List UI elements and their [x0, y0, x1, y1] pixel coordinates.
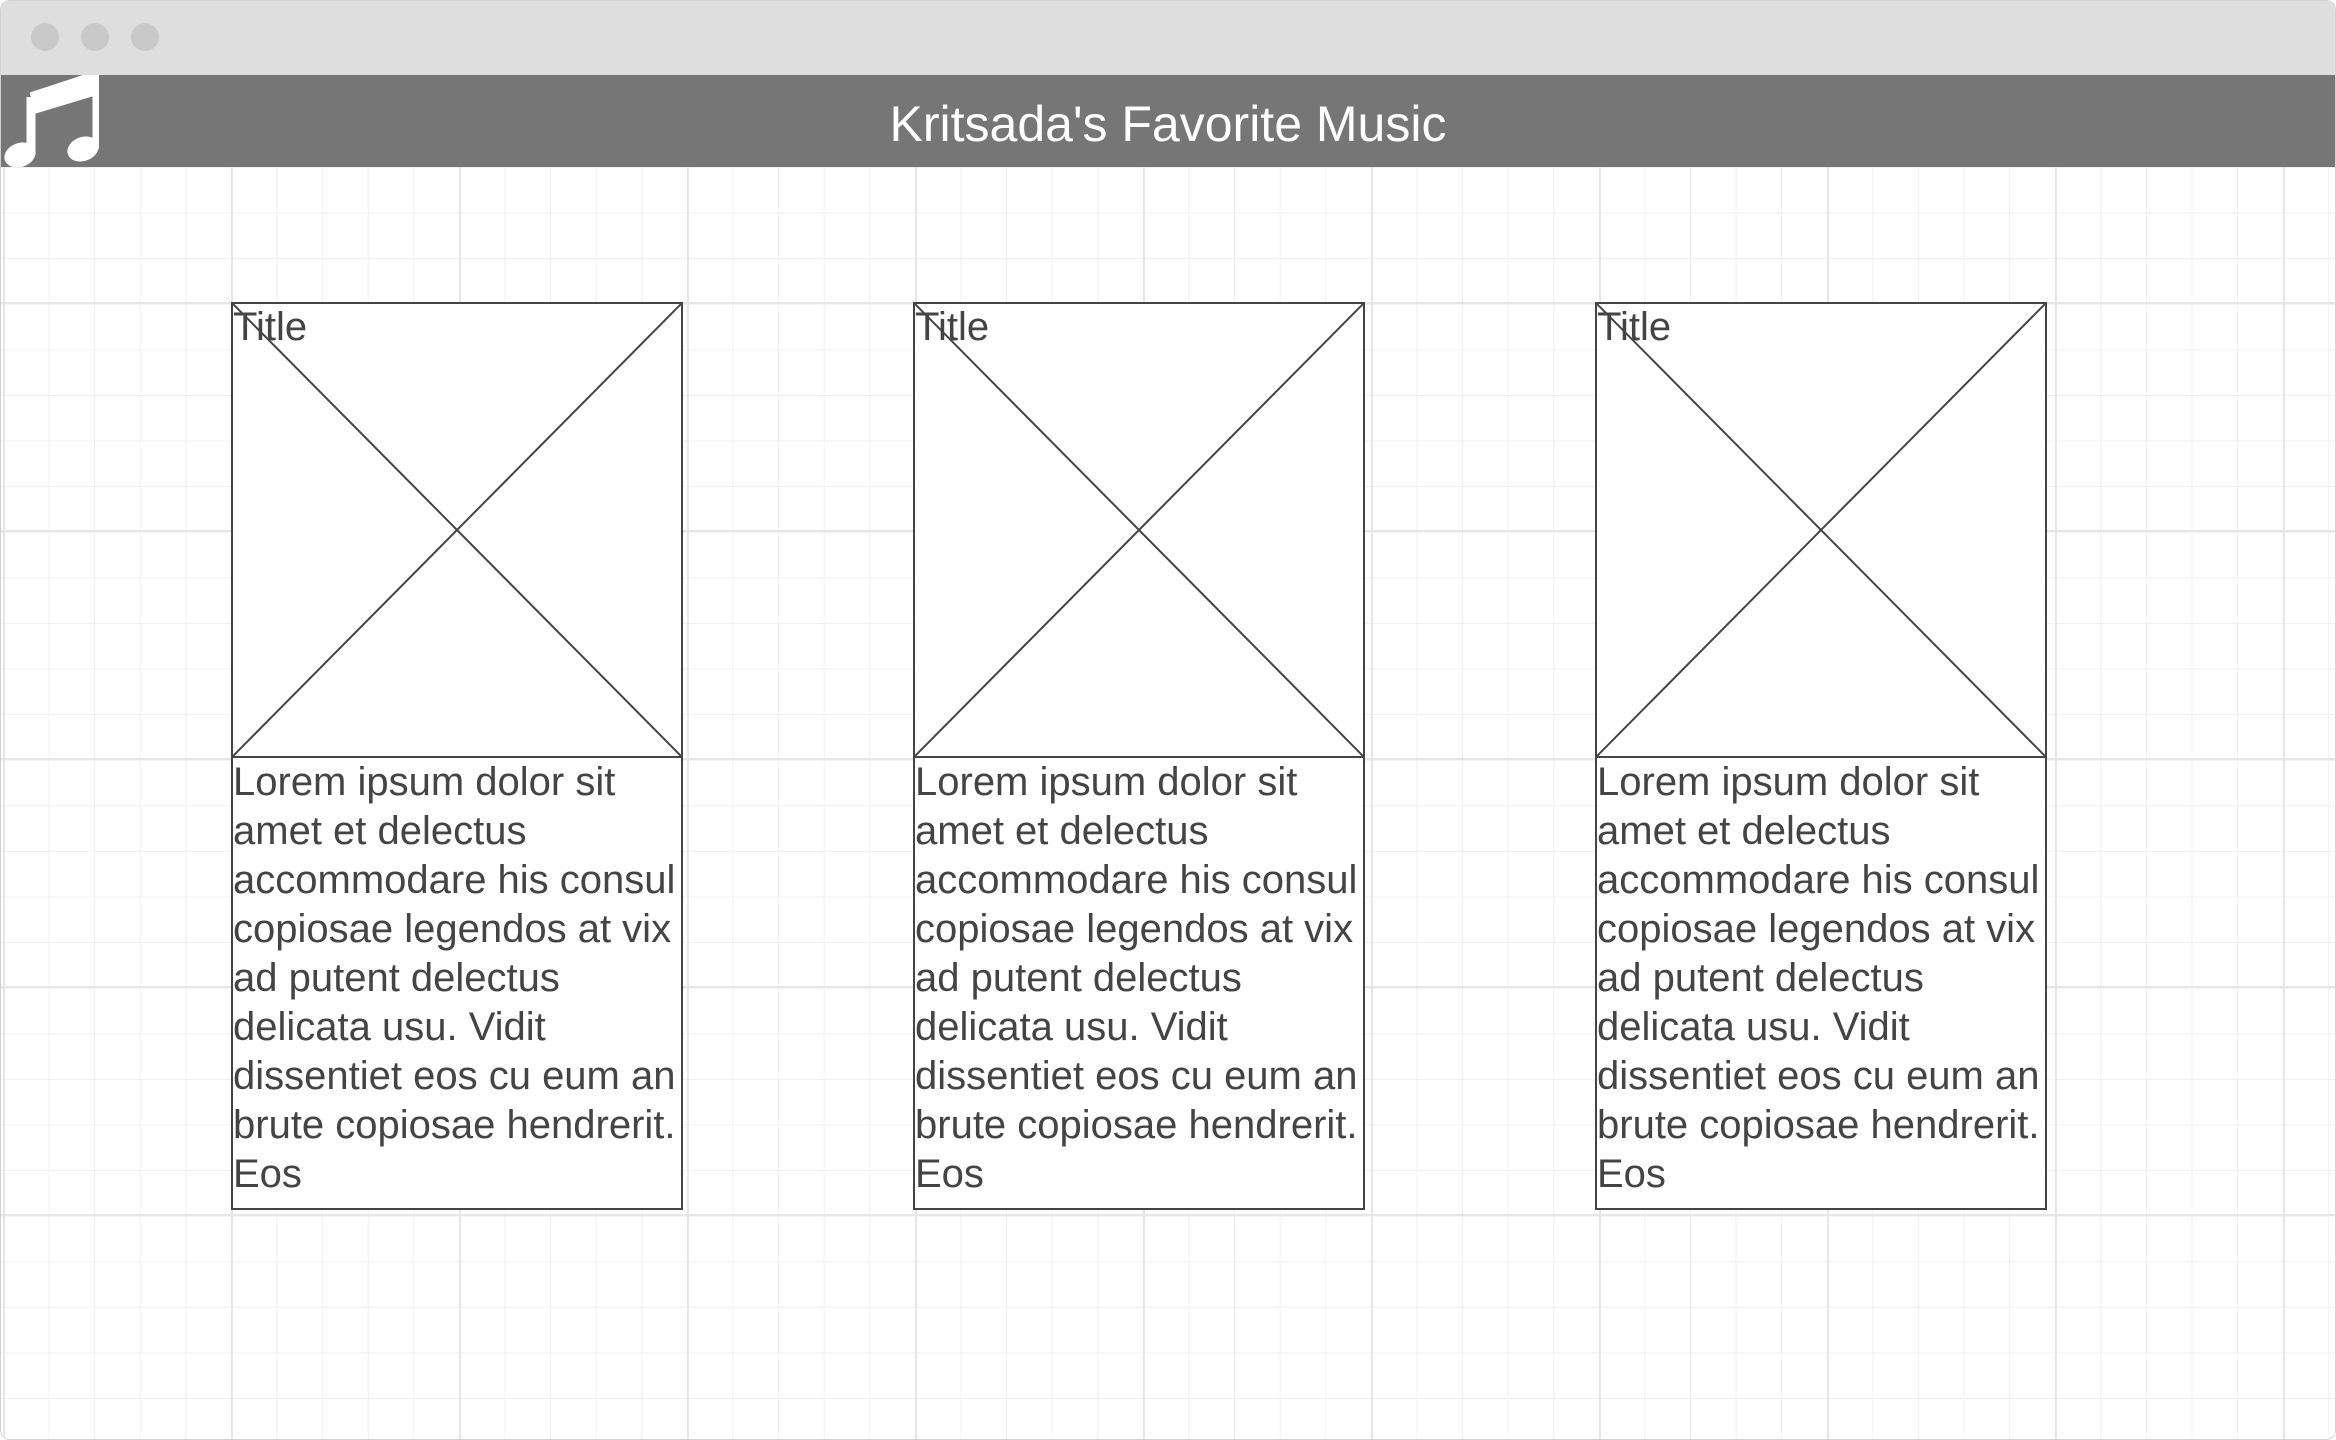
card-title: Title — [233, 305, 308, 349]
music-card[interactable]: Title Lorem ipsum dolor sit amet et dele… — [913, 302, 1365, 1210]
card-description: Lorem ipsum dolor sit amet et delectus a… — [915, 760, 1358, 1196]
app-header: Kritsada's Favorite Music — [1, 70, 2335, 168]
image-placeholder: Title — [1597, 304, 2045, 758]
card-description: Lorem ipsum dolor sit amet et delectus a… — [1597, 760, 2040, 1196]
image-placeholder: Title — [915, 304, 1363, 758]
music-card[interactable]: Title Lorem ipsum dolor sit amet et dele… — [1595, 302, 2047, 1210]
browser-window: Kritsada's Favorite Music Title Lorem ip… — [0, 0, 2336, 1440]
minimize-window-button[interactable] — [81, 23, 109, 51]
close-window-button[interactable] — [31, 23, 59, 51]
zoom-window-button[interactable] — [131, 23, 159, 51]
card-description: Lorem ipsum dolor sit amet et delectus a… — [233, 760, 676, 1196]
card-title: Title — [915, 305, 990, 349]
music-card[interactable]: Title Lorem ipsum dolor sit amet et dele… — [231, 302, 683, 1210]
image-placeholder: Title — [233, 304, 681, 758]
page-title: Kritsada's Favorite Music — [889, 96, 1447, 152]
content-canvas: Title Lorem ipsum dolor sit amet et dele… — [1, 167, 2335, 1439]
card-title: Title — [1597, 305, 1672, 349]
window-titlebar — [1, 1, 2335, 75]
